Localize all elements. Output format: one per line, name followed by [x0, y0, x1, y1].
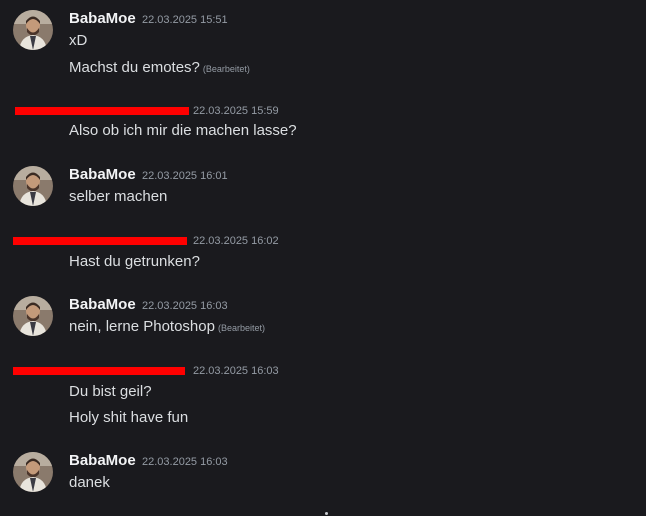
message-text: xD — [69, 31, 87, 50]
timestamp[interactable]: 22.03.2025 16:03 — [142, 299, 228, 313]
avatar-icon[interactable] — [13, 452, 53, 492]
username[interactable]: BabaMoe — [69, 452, 136, 470]
message-text: danek — [69, 473, 110, 492]
message-line-text: Machst du emotes? — [69, 59, 200, 76]
timestamp[interactable]: 22.03.2025 15:59 — [193, 104, 279, 118]
edited-label: (Bearbeitet) — [217, 323, 265, 333]
timestamp[interactable]: 22.03.2025 16:03 — [193, 364, 279, 378]
timestamp[interactable]: 22.03.2025 15:51 — [142, 13, 228, 27]
message-text: Hast du getrunken? — [69, 252, 200, 271]
scroll-indicator-dot — [325, 512, 328, 515]
username[interactable]: BabaMoe — [69, 296, 136, 314]
message-line-text: Du bist geil? — [69, 383, 152, 400]
message-text: Also ob ich mir die machen lasse? — [69, 121, 297, 140]
timestamp[interactable]: 22.03.2025 16:02 — [193, 234, 279, 248]
username[interactable]: BabaMoe — [69, 10, 136, 28]
message-text: nein, lerne Photoshop (Bearbeitet) — [69, 317, 265, 338]
redacted-username-bar — [13, 237, 187, 245]
timestamp[interactable]: 22.03.2025 16:01 — [142, 169, 228, 183]
redacted-username-bar — [13, 367, 185, 375]
avatar-icon[interactable] — [13, 10, 53, 50]
avatar-icon[interactable] — [13, 166, 53, 206]
message-line-text: xD — [69, 32, 88, 49]
message-line-text: selber machen — [69, 188, 168, 205]
username[interactable]: BabaMoe — [69, 166, 136, 184]
message-line-text: nein, lerne Photoshop — [69, 318, 215, 335]
edited-label: (Bearbeitet) — [202, 64, 250, 74]
message-line-text: Hast du getrunken? — [69, 253, 200, 270]
message-text: Holy shit have fun — [69, 408, 188, 427]
message-text: Du bist geil? — [69, 382, 152, 401]
chat-message-list: BabaMoe 22.03.2025 15:51 xD Machst du em… — [0, 0, 646, 516]
timestamp[interactable]: 22.03.2025 16:03 — [142, 455, 228, 469]
avatar-icon[interactable] — [13, 296, 53, 336]
message-line-text: danek — [69, 474, 110, 491]
message-line-text: Also ob ich mir die machen lasse? — [69, 122, 297, 139]
message-text: selber machen — [69, 187, 167, 206]
redacted-username-bar — [15, 107, 189, 115]
message-line-text: Holy shit have fun — [69, 409, 189, 426]
message-text: Machst du emotes? (Bearbeitet) — [69, 58, 250, 79]
